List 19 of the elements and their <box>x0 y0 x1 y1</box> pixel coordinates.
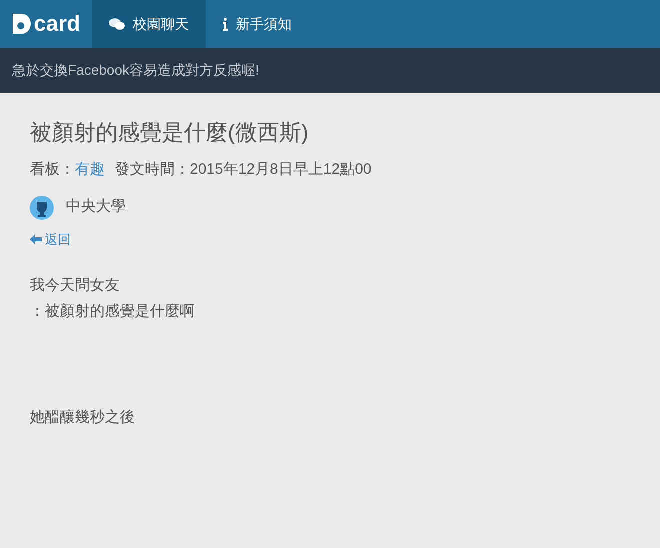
logo-text[interactable]: card <box>34 13 80 35</box>
post-text-line: ：被顏射的感覺是什麼啊 <box>30 302 195 322</box>
back-arrow-icon <box>30 234 42 245</box>
back-link[interactable]: 返回 <box>30 230 71 249</box>
nav-tab[interactable]: 新手須知 <box>206 0 309 48</box>
post-title: 被顏射的感覺是什麼(微西斯) <box>30 119 310 147</box>
nav-tab[interactable]: 校園聊天 <box>92 0 206 48</box>
board-link[interactable]: 有趣 <box>75 159 105 182</box>
time-label: 發文時間： <box>115 160 190 180</box>
post-time: 2015年12月8日早上12點00 <box>190 160 372 180</box>
avatar-icon <box>30 196 54 220</box>
author-school: 中央大學 <box>66 197 126 218</box>
logo-d-icon[interactable] <box>12 13 32 35</box>
chat-bubbles-icon <box>109 18 125 30</box>
post-text-line: 她醞釀幾秒之後 <box>30 408 135 428</box>
board-label: 看板： <box>30 160 75 180</box>
notice-text: 急於交換Facebook容易造成對方反感喔! <box>12 61 260 80</box>
post-text-line: 我今天問女友 <box>30 276 120 296</box>
info-icon <box>223 18 228 30</box>
